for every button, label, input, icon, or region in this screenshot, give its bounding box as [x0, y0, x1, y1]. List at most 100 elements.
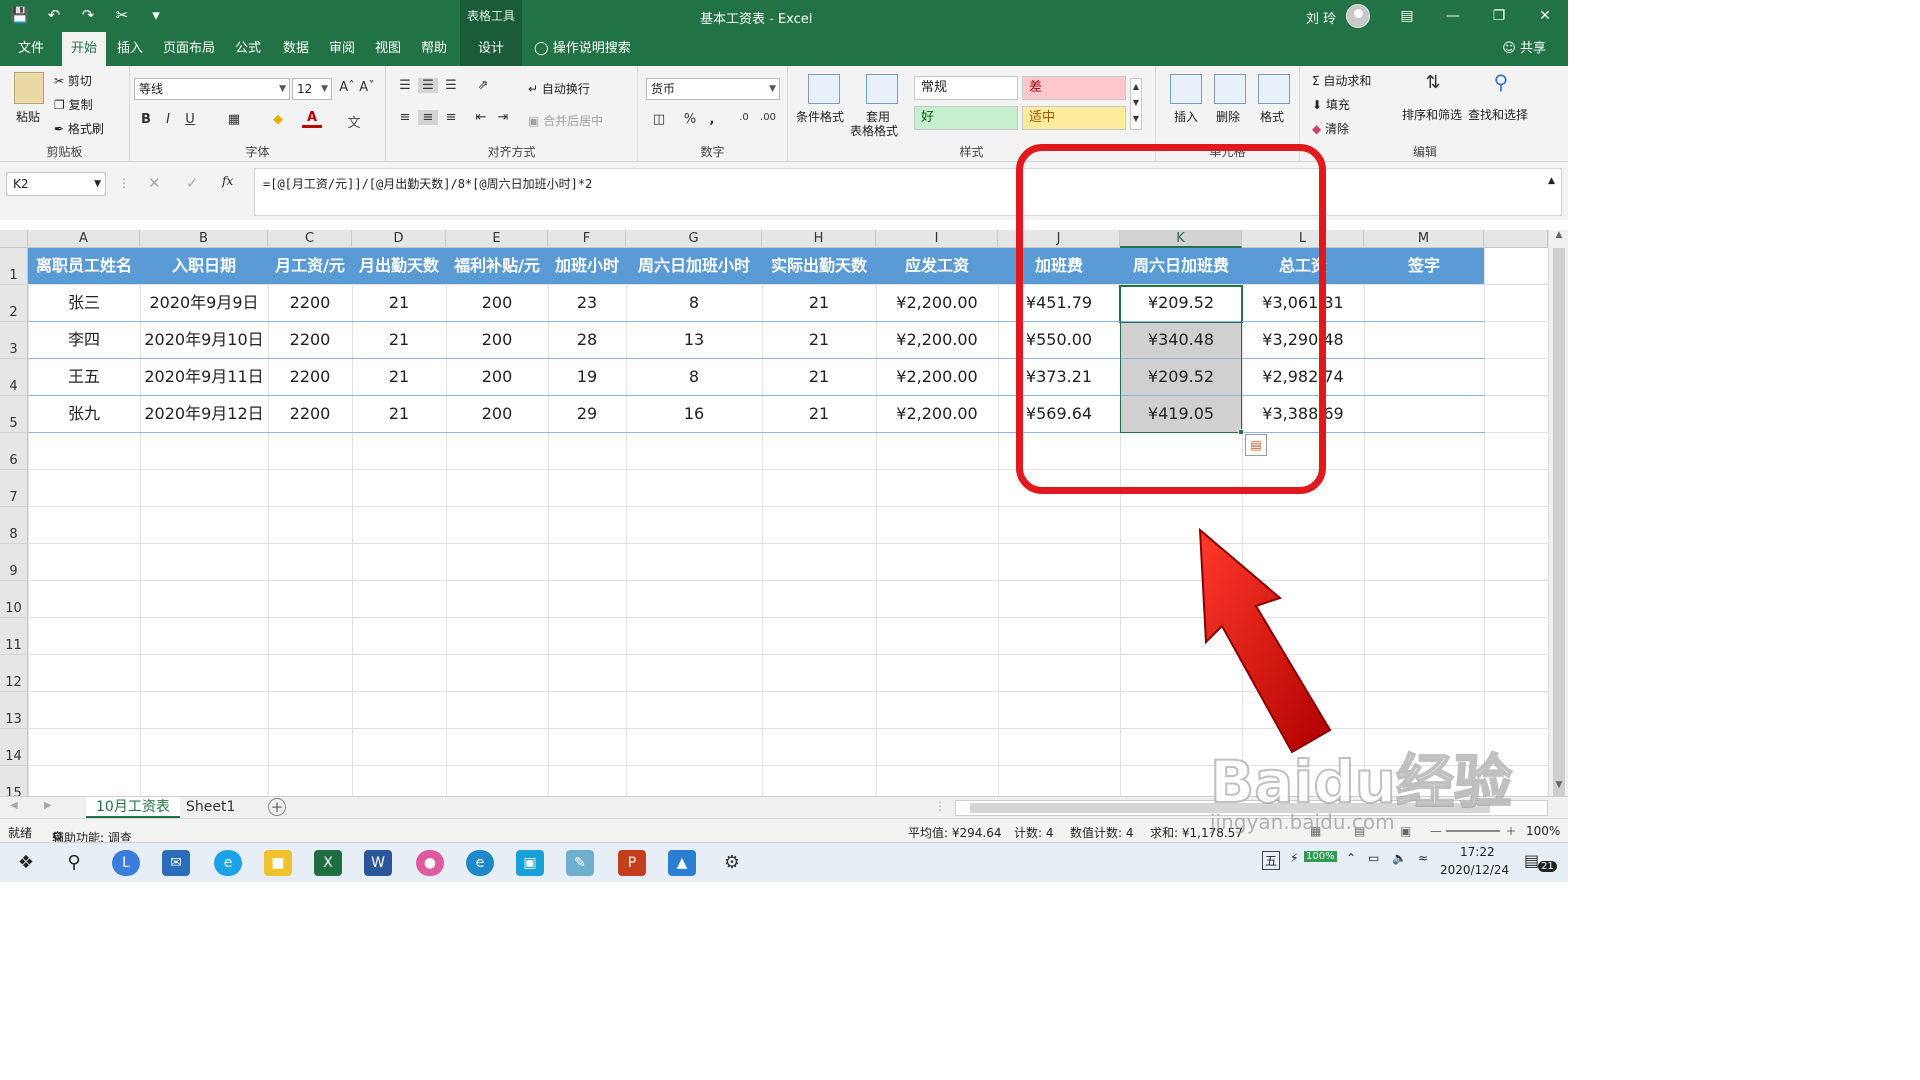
table-cell-g2[interactable]: 8 — [626, 285, 762, 322]
align-bottom-icon[interactable]: ☰ — [442, 78, 460, 93]
tab-split-handle-icon[interactable]: ⋮ — [934, 799, 946, 813]
table-cell-c4[interactable]: 2200 — [268, 359, 352, 396]
worksheet-grid[interactable]: A B C D E F G H I J K L M 1 2 3 4 5 6 7 8 9 10 11 12 13 14 15 离职员工姓名… — [0, 230, 1548, 796]
edge-browser-icon[interactable]: e — [466, 850, 494, 876]
column-header-i[interactable]: I — [876, 230, 998, 248]
styles-gallery-scroll[interactable]: ▲ ▼ ▼ — [1130, 78, 1142, 130]
table-header-cell[interactable]: 福利补贴/元 — [446, 248, 548, 284]
table-cell-l4[interactable]: ¥2,982.74 — [1242, 359, 1364, 396]
clear-button[interactable]: ◆ 清除 — [1312, 120, 1349, 137]
orientation-icon[interactable]: ⇗ — [472, 78, 494, 93]
percent-button[interactable]: % — [682, 112, 698, 127]
decrease-font-icon[interactable]: Aˇ — [358, 80, 376, 95]
tab-page-layout[interactable]: 页面布局 — [158, 32, 220, 66]
delete-cells-button[interactable]: 删除 — [1216, 108, 1240, 125]
accounting-format-icon[interactable]: ◫ — [648, 112, 670, 127]
table-cell-f4[interactable]: 19 — [548, 359, 626, 396]
page-layout-view-icon[interactable]: ▤ — [1354, 824, 1365, 838]
cut-qat-icon[interactable]: ✂ — [112, 6, 132, 24]
tab-help[interactable]: 帮助 — [414, 32, 454, 66]
ime-indicator[interactable]: 五 — [1262, 851, 1281, 870]
table-header-cell[interactable]: 月工资/元 — [268, 248, 352, 284]
table-cell-l5[interactable]: ¥3,388.69 — [1242, 396, 1364, 433]
table-cell-e5[interactable]: 200 — [446, 396, 548, 433]
cancel-entry-icon[interactable]: ✕ — [148, 174, 161, 192]
column-header-k[interactable]: K — [1120, 230, 1242, 248]
table-header-cell[interactable]: 总工资 — [1242, 248, 1364, 284]
vertical-scrollbar[interactable]: ▲ ▼ — [1548, 230, 1568, 808]
table-cell-b2[interactable]: 2020年9月9日 — [140, 285, 268, 322]
table-cell-f2[interactable]: 23 — [548, 285, 626, 322]
table-header-cell[interactable]: 周六日加班小时 — [626, 248, 762, 284]
file-explorer-icon[interactable]: ■ — [264, 850, 292, 876]
table-cell-j2[interactable]: ¥451.79 — [998, 285, 1120, 322]
align-middle-icon[interactable]: ☰ — [418, 78, 438, 93]
notification-count[interactable]: 21 — [1538, 861, 1557, 872]
ribbon-display-options-icon[interactable]: ▤ — [1384, 0, 1430, 32]
table-cell-e3[interactable]: 200 — [446, 322, 548, 359]
table-cell-e4[interactable]: 200 — [446, 359, 548, 396]
customize-qat-icon[interactable]: ▾ — [146, 6, 166, 24]
tab-formulas[interactable]: 公式 — [228, 32, 268, 66]
tab-review[interactable]: 审阅 — [322, 32, 362, 66]
table-cell-b3[interactable]: 2020年9月10日 — [140, 322, 268, 359]
status-count[interactable]: 计数: 4 — [1014, 824, 1054, 841]
ie-browser-icon[interactable]: e — [214, 850, 242, 876]
tab-file[interactable]: 文件 — [10, 32, 52, 66]
table-cell-j5[interactable]: ¥569.64 — [998, 396, 1120, 433]
column-header-f[interactable]: F — [548, 230, 626, 248]
table-header-cell[interactable]: 加班小时 — [548, 248, 626, 284]
tab-design[interactable]: 设计 — [460, 32, 522, 66]
column-header-h[interactable]: H — [762, 230, 876, 248]
wifi-icon[interactable]: ≈ — [1418, 851, 1428, 865]
fill-color-icon[interactable]: ◆ — [268, 112, 288, 127]
minimize-icon[interactable]: — — [1430, 0, 1476, 32]
table-cell-h4[interactable]: 21 — [762, 359, 876, 396]
table-cell-a3[interactable]: 李四 — [28, 322, 140, 359]
windows-start-icon[interactable]: ❖ — [12, 850, 40, 876]
conditional-formatting-button[interactable]: 条件格式 — [796, 108, 844, 125]
scroll-up-icon[interactable]: ▲ — [1549, 230, 1568, 246]
row-header-3[interactable]: 3 — [0, 322, 28, 359]
row-header-5[interactable]: 5 — [0, 396, 28, 433]
merge-center-button[interactable]: ▣ 合并后居中 — [528, 112, 603, 129]
battery-icon[interactable]: ▭ — [1368, 851, 1379, 865]
table-cell-c5[interactable]: 2200 — [268, 396, 352, 433]
quick-analysis-icon[interactable]: ▤ — [1245, 434, 1267, 456]
decrease-decimal-icon[interactable]: .00 — [758, 112, 778, 123]
font-color-icon[interactable]: A — [302, 110, 322, 128]
row-header-6[interactable]: 6 — [0, 433, 28, 470]
tab-data[interactable]: 数据 — [276, 32, 316, 66]
table-cell-e2[interactable]: 200 — [446, 285, 548, 322]
column-header-b[interactable]: B — [140, 230, 268, 248]
format-as-table-label-2[interactable]: 表格格式 — [850, 122, 898, 139]
cut-button[interactable]: ✂ 剪切 — [54, 72, 92, 89]
status-sum[interactable]: 求和: ¥1,178.57 — [1150, 824, 1243, 841]
table-cell-i4[interactable]: ¥2,200.00 — [876, 359, 998, 396]
table-cell-d5[interactable]: 21 — [352, 396, 446, 433]
paste-icon[interactable] — [14, 72, 44, 104]
table-cell-a4[interactable]: 王五 — [28, 359, 140, 396]
paint-drop-icon[interactable]: ● — [416, 850, 444, 876]
sheet-nav-prev-icon[interactable]: ◀ — [10, 800, 18, 811]
font-size-select[interactable]: 12 ▼ — [292, 78, 332, 100]
sheet-nav-next-icon[interactable]: ▶ — [44, 800, 52, 811]
row-header-10[interactable]: 10 — [0, 581, 28, 618]
column-header-e[interactable]: E — [446, 230, 548, 248]
style-bad[interactable]: 差 — [1022, 76, 1126, 100]
status-numeric-count[interactable]: 数值计数: 4 — [1070, 824, 1134, 841]
vertical-scroll-thumb[interactable] — [1553, 248, 1565, 808]
table-header-cell[interactable]: 实际出勤天数 — [762, 248, 876, 284]
row-header-12[interactable]: 12 — [0, 655, 28, 692]
formula-bar-options-icon[interactable]: ⋮ — [118, 176, 130, 190]
table-cell-d2[interactable]: 21 — [352, 285, 446, 322]
sort-filter-icon[interactable]: ⇅ — [1418, 72, 1448, 93]
table-cell-h2[interactable]: 21 — [762, 285, 876, 322]
increase-decimal-icon[interactable]: .0 — [734, 112, 754, 123]
column-header-j[interactable]: J — [998, 230, 1120, 248]
row-header-15[interactable]: 15 — [0, 766, 28, 796]
paste-label[interactable]: 粘贴 — [16, 108, 40, 125]
phonetic-icon[interactable]: 文 — [344, 112, 364, 131]
table-cell-a2[interactable]: 张三 — [28, 285, 140, 322]
battery-level[interactable]: 100% — [1304, 851, 1337, 862]
